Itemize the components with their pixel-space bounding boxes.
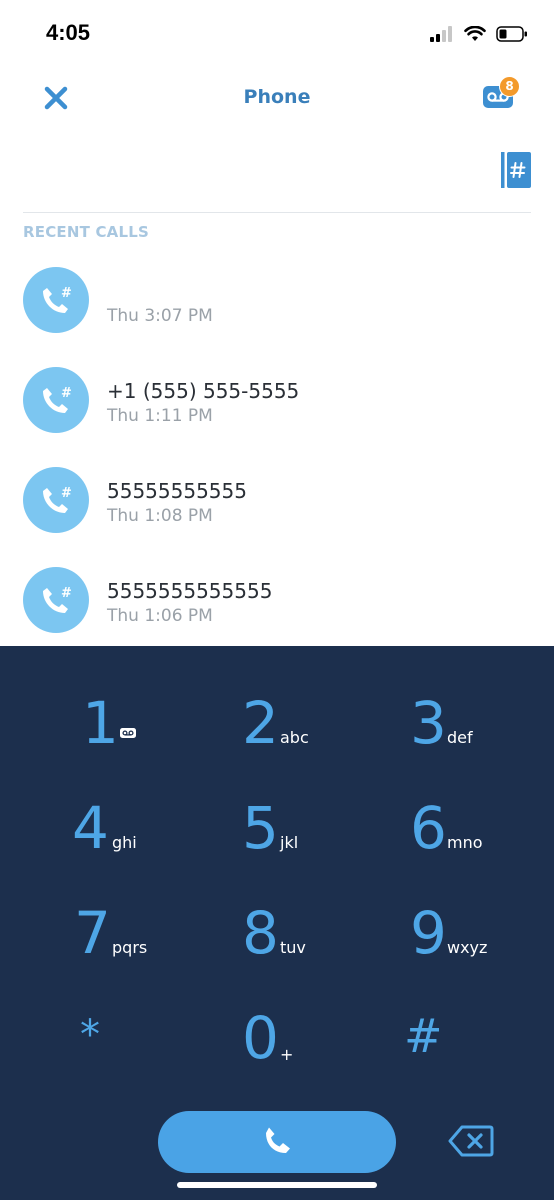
phone-dialpad-icon: # (43, 586, 72, 613)
key-digit: 0 (242, 1004, 279, 1072)
home-indicator (177, 1182, 377, 1188)
svg-text:#: # (61, 386, 72, 401)
key-4[interactable]: 4 ghi (68, 795, 208, 887)
key-9[interactable]: 9 wxyz (404, 900, 544, 992)
contacts-dialpad-button[interactable] (501, 152, 531, 188)
recent-call-row[interactable]: # 55555555555 Thu 1:08 PM (0, 460, 554, 560)
key-digit: 5 (242, 794, 279, 862)
key-digit: 8 (242, 899, 279, 967)
call-avatar: # (23, 367, 89, 433)
svg-text:#: # (61, 586, 72, 601)
phone-dialpad-icon: # (43, 486, 72, 513)
key-digit: # (404, 1009, 443, 1063)
call-number: +1 (555) 555-5555 (107, 379, 300, 403)
number-entry-row[interactable] (23, 140, 531, 213)
phone-dialpad-icon: # (43, 386, 72, 413)
key-letters: def (447, 728, 473, 747)
key-hash[interactable]: # (404, 1005, 544, 1097)
call-time: Thu 1:11 PM (107, 406, 213, 426)
key-digit: 9 (410, 899, 447, 967)
key-8[interactable]: 8 tuv (236, 900, 376, 992)
key-0[interactable]: 0 + (236, 1005, 376, 1097)
key-7[interactable]: 7 pqrs (68, 900, 208, 992)
key-digit: 2 (242, 689, 279, 757)
phone-dialpad-icon: # (43, 286, 72, 313)
voicemail-button[interactable]: 8 (480, 76, 522, 114)
status-bar: 4:05 (0, 0, 554, 64)
recent-call-row[interactable]: # +1 (555) 555-5555 Thu 1:11 PM (0, 360, 554, 460)
status-time: 4:05 (46, 20, 91, 45)
svg-text:#: # (61, 486, 72, 501)
key-6[interactable]: 6 mno (404, 795, 544, 887)
call-button[interactable] (158, 1111, 396, 1173)
key-letters: mno (447, 833, 483, 852)
key-1[interactable]: 1 (68, 690, 208, 782)
cellular-signal-icon (430, 26, 452, 42)
voicemail-small-icon (120, 728, 136, 738)
battery-icon (496, 26, 527, 42)
nav-header: Phone 8 (0, 64, 554, 132)
recent-calls-list: # Thu 3:07 PM # +1 (555) 555-5555 Thu 1:… (0, 260, 554, 660)
backspace-button[interactable] (448, 1124, 494, 1158)
contacts-dialpad-icon (501, 152, 531, 188)
key-digit: 4 (72, 794, 109, 862)
key-digit: 1 (82, 689, 119, 757)
phone-icon (266, 1127, 290, 1153)
key-star[interactable]: * (68, 1005, 208, 1097)
call-time: Thu 1:06 PM (107, 606, 213, 626)
recent-calls-header: RECENT CALLS (23, 223, 149, 241)
call-time: Thu 1:08 PM (107, 506, 213, 526)
status-icons (430, 24, 528, 44)
key-digit: 3 (410, 689, 447, 757)
call-avatar: # (23, 467, 89, 533)
recent-call-row[interactable]: # Thu 3:07 PM (0, 260, 554, 360)
wifi-icon (464, 26, 486, 41)
key-5[interactable]: 5 jkl (236, 795, 376, 887)
key-digit: * (80, 1012, 100, 1058)
call-avatar: # (23, 267, 89, 333)
key-letters: tuv (280, 938, 306, 957)
key-letters: + (280, 1045, 294, 1064)
voicemail-badge: 8 (499, 76, 520, 97)
backspace-icon (448, 1125, 494, 1157)
recent-call-row[interactable]: # 5555555555555 Thu 1:06 PM (0, 560, 554, 660)
key-digit: 6 (410, 794, 447, 862)
key-digit: 7 (74, 899, 111, 967)
call-avatar: # (23, 567, 89, 633)
call-number: 5555555555555 (107, 579, 273, 603)
key-letters: jkl (280, 833, 299, 852)
key-letters: ghi (112, 833, 137, 852)
svg-text:#: # (61, 286, 72, 301)
page-title: Phone (243, 86, 311, 108)
call-time: Thu 3:07 PM (107, 306, 213, 326)
call-number: 55555555555 (107, 479, 247, 503)
key-letters: wxyz (447, 938, 488, 957)
key-3[interactable]: 3 def (404, 690, 544, 782)
dial-keypad: 1 2 abc 3 def 4 ghi 5 jkl 6 mno 7 pqrs 8… (0, 646, 554, 1200)
key-2[interactable]: 2 abc (236, 690, 376, 782)
key-letters: abc (280, 728, 309, 747)
key-letters: pqrs (112, 938, 148, 957)
